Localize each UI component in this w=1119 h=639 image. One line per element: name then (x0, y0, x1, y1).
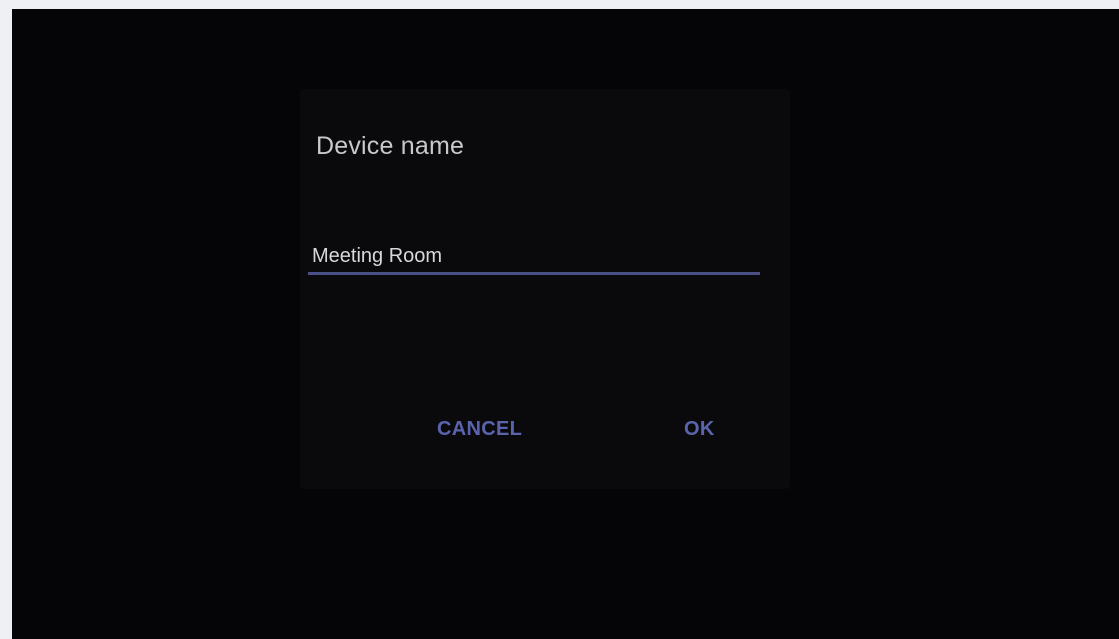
tv-screen: Device name CANCEL OK (12, 9, 1119, 639)
device-name-dialog: Device name CANCEL OK (300, 89, 790, 489)
cancel-button[interactable]: CANCEL (433, 409, 526, 449)
dialog-title: Device name (316, 132, 465, 160)
ok-button[interactable]: OK (680, 409, 719, 449)
device-name-field[interactable] (308, 241, 760, 275)
